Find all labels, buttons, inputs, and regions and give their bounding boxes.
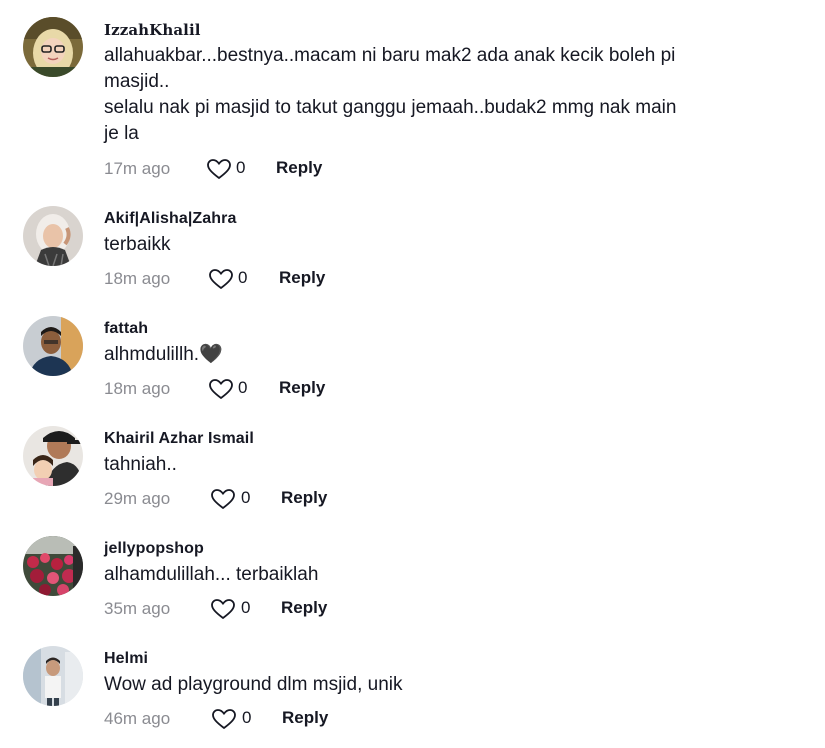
reply-button[interactable]: Reply (276, 158, 322, 178)
comment-username[interactable]: fattah (104, 320, 148, 338)
comment-timestamp: 46m ago (104, 709, 171, 728)
comment-username[interactable]: Helmi (104, 650, 148, 668)
avatar[interactable] (23, 316, 83, 376)
comment-text: alhmdulillh.🖤 (104, 342, 744, 368)
avatar[interactable] (23, 206, 83, 266)
comment-text-line: Wow ad playground dlm msjid, unik (104, 674, 403, 695)
comment-timestamp: 29m ago (104, 489, 171, 508)
like-count: 0 (241, 598, 251, 617)
avatar-photo (23, 206, 83, 266)
comment-text-line: tahniah.. (104, 454, 177, 475)
comment-text-line: alhmdulillh.🖤 (104, 344, 223, 365)
comment-text: allahuakbar...bestnya..macam ni baru mak… (104, 43, 744, 147)
heart-outline-icon[interactable] (206, 157, 232, 181)
comment-meta: 17m ago 0 Reply (104, 157, 504, 181)
like-count: 0 (241, 488, 251, 507)
comment-meta: 18m ago 0 Reply (104, 267, 504, 291)
comment-username[interactable]: IzzahKhalil (104, 21, 201, 39)
avatar[interactable] (23, 17, 83, 77)
comment-text-line: alhamdulillah... terbaiklah (104, 564, 319, 585)
comment-timestamp: 17m ago (104, 159, 171, 178)
like-count: 0 (236, 158, 246, 177)
like-count: 0 (238, 378, 248, 397)
comment-text: Wow ad playground dlm msjid, unik (104, 672, 744, 698)
avatar-photo (23, 536, 83, 596)
comment-text-line: je la (104, 123, 139, 144)
comment-username[interactable]: jellypopshop (104, 540, 204, 558)
reply-button[interactable]: Reply (281, 598, 327, 618)
comment-meta: 46m ago 0 Reply (104, 707, 504, 731)
comment-text: tahniah.. (104, 452, 744, 478)
comment-meta: 29m ago 0 Reply (104, 487, 504, 511)
comment-username[interactable]: Akif|Alisha|Zahra (104, 210, 236, 228)
comment-meta: 35m ago 0 Reply (104, 597, 504, 621)
comment-text: alhamdulillah... terbaiklah (104, 562, 744, 588)
avatar-photo (23, 316, 83, 376)
avatar[interactable] (23, 536, 83, 596)
avatar[interactable] (23, 646, 83, 706)
comment-timestamp: 18m ago (104, 379, 171, 398)
comment-text-line: allahuakbar...bestnya..macam ni baru mak… (104, 45, 676, 66)
comment-timestamp: 35m ago (104, 599, 171, 618)
like-count: 0 (238, 268, 248, 287)
comment-text-line: selalu nak pi masjid to takut ganggu jem… (104, 97, 677, 118)
comment-timestamp: 18m ago (104, 269, 171, 288)
avatar-photo (23, 426, 83, 486)
reply-button[interactable]: Reply (281, 488, 327, 508)
avatar-photo (23, 17, 83, 77)
heart-outline-icon[interactable] (210, 597, 236, 621)
heart-outline-icon[interactable] (208, 377, 234, 401)
reply-button[interactable]: Reply (279, 268, 325, 288)
comment-username[interactable]: Khairil Azhar Ismail (104, 430, 254, 448)
heart-outline-icon[interactable] (208, 267, 234, 291)
comment-list: IzzahKhalil allahuakbar...bestnya..macam… (0, 0, 825, 748)
like-count: 0 (242, 708, 252, 727)
avatar-photo (23, 646, 83, 706)
avatar[interactable] (23, 426, 83, 486)
reply-button[interactable]: Reply (282, 708, 328, 728)
comment-text-line: masjid.. (104, 71, 170, 92)
heart-outline-icon[interactable] (211, 707, 237, 731)
reply-button[interactable]: Reply (279, 378, 325, 398)
comment-text: terbaikk (104, 232, 744, 258)
comment-meta: 18m ago 0 Reply (104, 377, 504, 401)
comment-text-line: terbaikk (104, 234, 171, 255)
heart-outline-icon[interactable] (210, 487, 236, 511)
